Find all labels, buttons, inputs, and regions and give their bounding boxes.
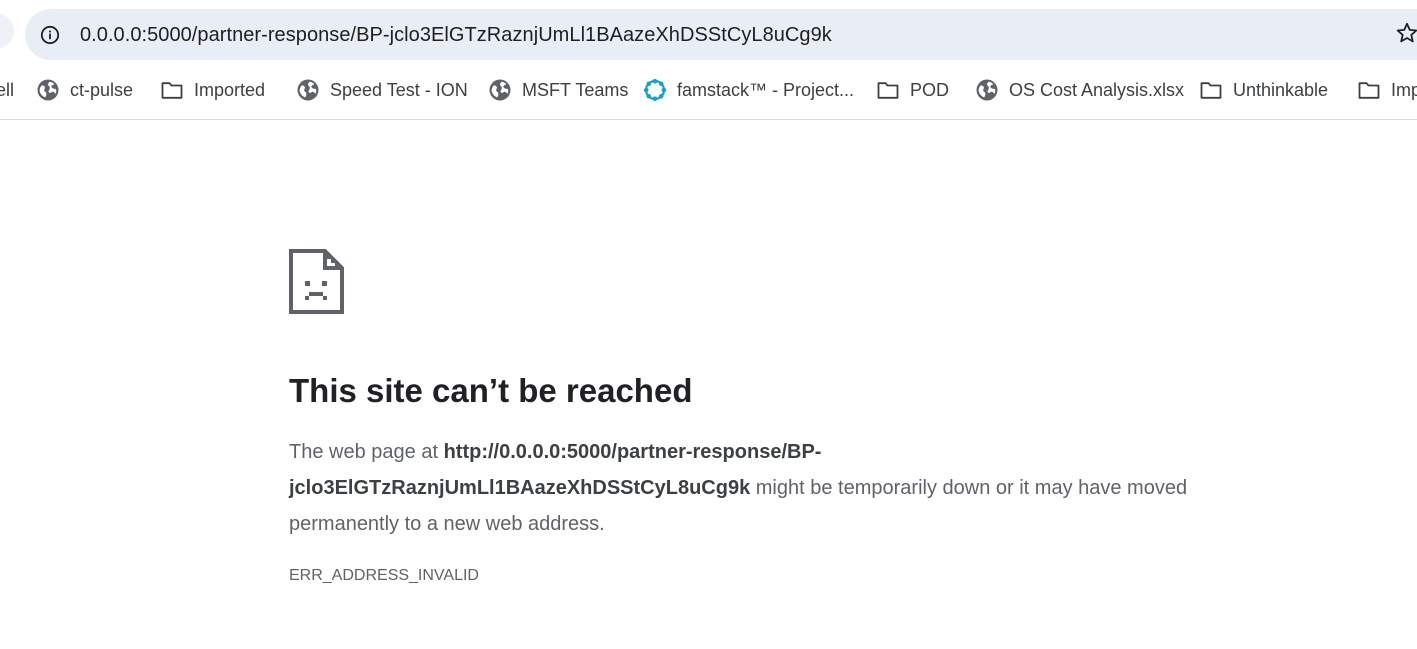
error-title: This site can’t be reached (289, 372, 693, 409)
bookmark-item[interactable]: ell (0, 78, 14, 102)
bookmark-item-ct-pulse[interactable]: ct-pulse (36, 78, 133, 102)
error-page: This site can’t be reached The web page … (0, 121, 1417, 649)
bookmark-label: ct-pulse (70, 79, 134, 100)
bookmark-item-msft-teams[interactable]: MSFT Teams (488, 78, 628, 102)
bookmarks-bar: ell ct-pulse Imported Speed Test - ION M… (0, 68, 1417, 120)
bookmark-label: ell (0, 79, 15, 100)
bookmark-label: OS Cost Analysis.xlsx (1009, 79, 1185, 100)
error-url-part-1: http://0.0.0.0:5000/partner-response/BP- (443, 441, 822, 463)
info-icon[interactable] (40, 25, 60, 45)
bookmark-label: famstack™ - Project... (677, 79, 855, 100)
globe-icon (489, 79, 511, 101)
bookmark-item-pod[interactable]: POD (876, 78, 949, 102)
bookmark-item-os-cost-analysis[interactable]: OS Cost Analysis.xlsx (975, 78, 1184, 102)
bookmark-label: Imp (1391, 79, 1417, 100)
bookmark-item-imp[interactable]: Imp (1357, 78, 1417, 102)
bookmark-label: Speed Test - ION (330, 79, 468, 100)
star-icon[interactable] (1395, 21, 1417, 45)
url-text[interactable]: 0.0.0.0:5000/partner-response/BP-jclo3El… (80, 23, 832, 47)
error-desc-prefix: The web page at (289, 441, 444, 463)
sad-file-icon (289, 249, 344, 314)
browser-toolbar: 0.0.0.0:5000/partner-response/BP-jclo3El… (0, 0, 1417, 68)
folder-icon (1200, 82, 1222, 99)
globe-icon (976, 79, 998, 101)
bookmark-item-speed-test[interactable]: Speed Test - ION (296, 78, 468, 102)
bookmark-label: POD (910, 79, 950, 100)
bookmark-item-imported[interactable]: Imported (160, 78, 265, 102)
famstack-icon (643, 78, 667, 102)
globe-icon (297, 79, 319, 101)
globe-icon (37, 79, 59, 101)
folder-icon (161, 82, 183, 99)
bookmark-item-unthinkable[interactable]: Unthinkable (1199, 78, 1328, 102)
bookmark-label: MSFT Teams (522, 79, 629, 100)
error-description: The web page at http://0.0.0.0:5000/part… (289, 434, 1249, 542)
back-button[interactable] (0, 13, 14, 49)
folder-icon (877, 82, 899, 99)
bookmark-label: Imported (194, 79, 266, 100)
error-url-part-2: jclo3ElGTzRaznjUmLl1BAazeXhDSStCyL8uCg9k (289, 477, 751, 499)
folder-icon (1358, 82, 1380, 99)
bookmark-item-famstack[interactable]: famstack™ - Project... (643, 78, 854, 102)
error-code: ERR_ADDRESS_INVALID (289, 567, 479, 584)
bookmark-label: Unthinkable (1233, 79, 1329, 100)
